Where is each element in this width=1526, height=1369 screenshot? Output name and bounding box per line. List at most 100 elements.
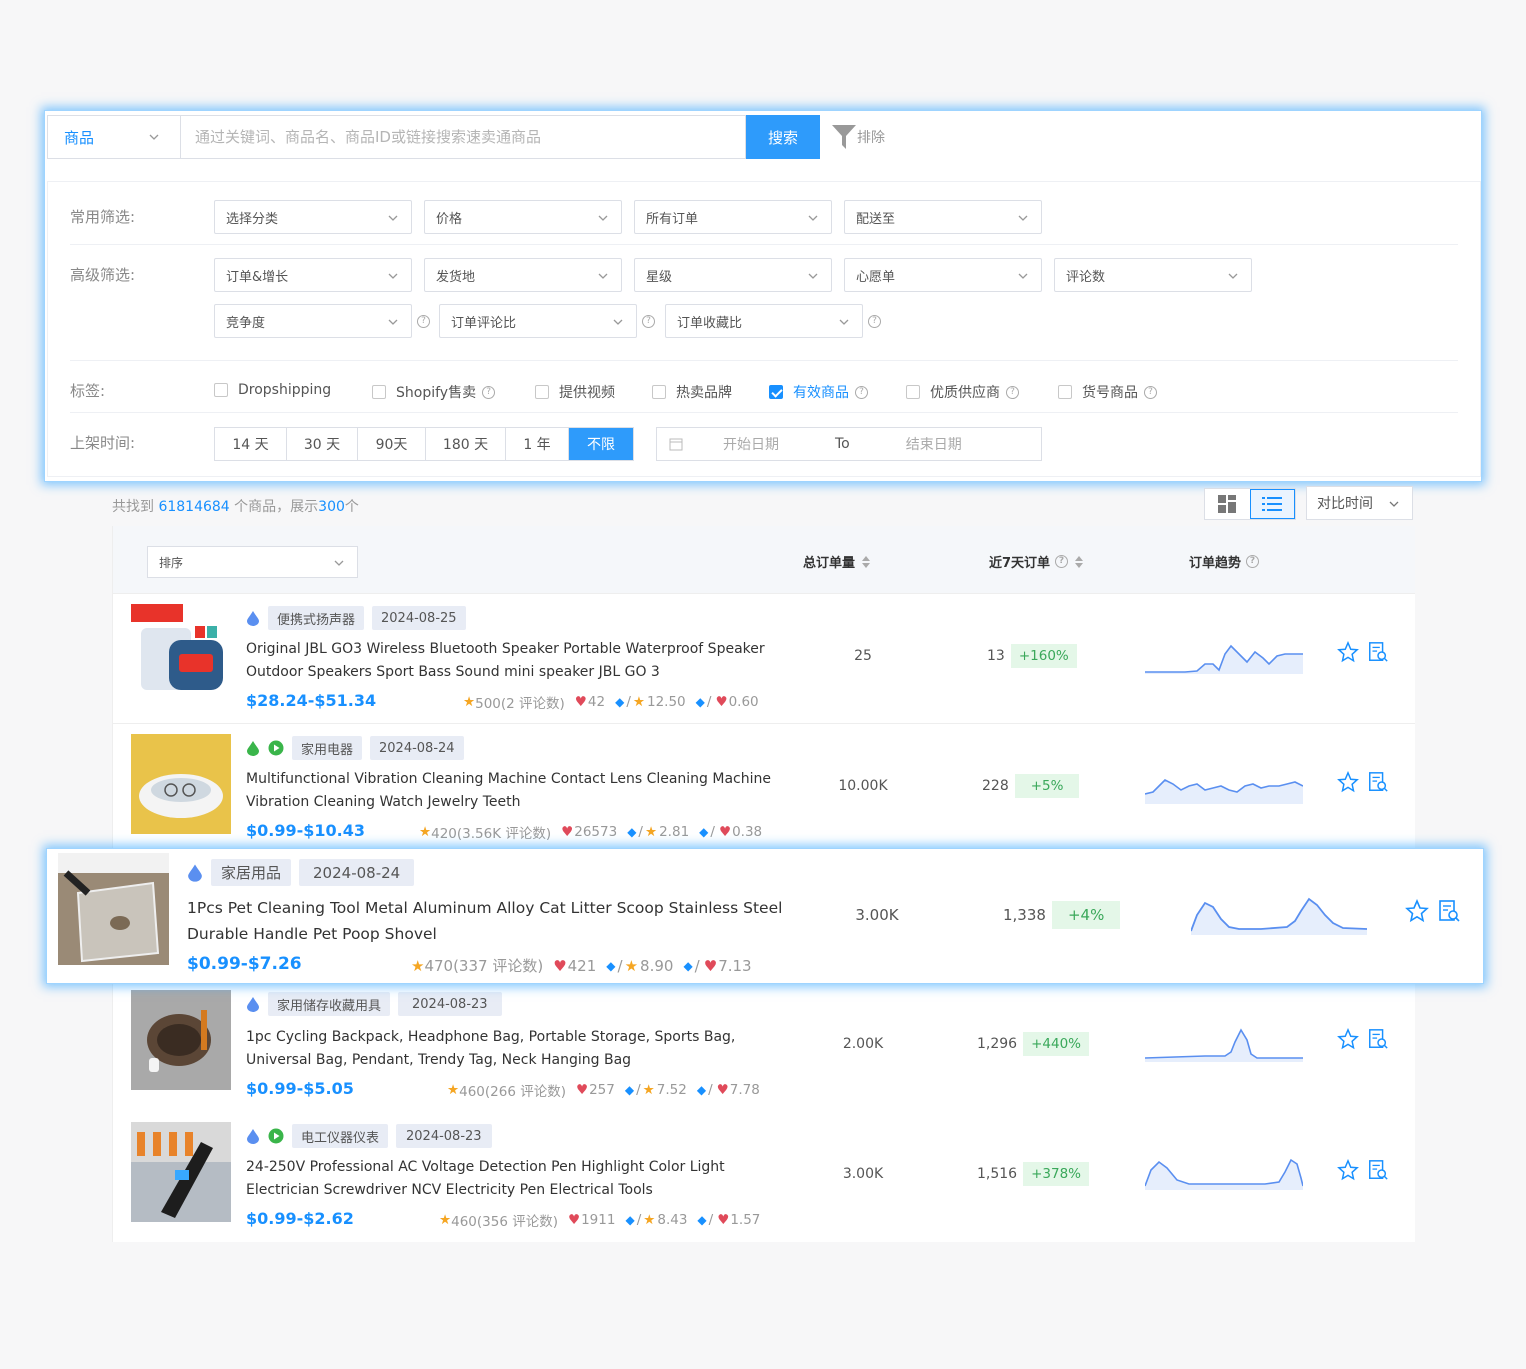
competition-select-label: 竞争度 [226,315,266,331]
tag-video[interactable]: 提供视频 [535,382,615,402]
compare-time-select[interactable]: 对比时间 [1306,486,1413,520]
time-option-180d[interactable]: 180 天 [426,428,506,460]
sort-select[interactable]: 排序 [147,546,358,578]
help-icon[interactable]: ? [642,315,655,328]
date-start[interactable]: 开始日期 [723,434,779,454]
help-icon[interactable]: ? [1144,385,1157,399]
product-title[interactable]: 1Pcs Pet Cleaning Tool Metal Aluminum Al… [187,895,797,947]
time-option-90d[interactable]: 90天 [358,428,426,460]
help-icon[interactable]: ? [1055,555,1069,568]
checkbox[interactable] [1058,385,1072,399]
heart-icon: ♥ [567,1212,581,1228]
product-image[interactable] [131,734,231,834]
date-end[interactable]: 结束日期 [906,434,962,454]
category-chip[interactable]: 便携式扬声器 [268,606,365,630]
table-row-highlighted[interactable]: 家居用品 2024-08-24 1Pcs Pet Cleaning Tool M… [46,848,1484,984]
product-title[interactable]: Multifunctional Vibration Cleaning Machi… [246,768,791,814]
category-select[interactable]: 选择分类 [214,200,412,234]
product-image[interactable] [131,604,231,704]
slash: / [638,824,643,840]
help-icon[interactable]: ? [855,385,868,399]
reviews-select[interactable]: 评论数 [1054,258,1252,292]
checkbox[interactable] [535,385,549,399]
tag-sku-product[interactable]: 货号商品? [1058,382,1157,402]
help-icon[interactable]: ? [482,385,496,399]
rating-select[interactable]: 星级 [634,258,832,292]
sort-icon[interactable] [862,555,871,568]
detail-search-icon[interactable] [1367,771,1389,793]
product-image[interactable] [58,853,169,965]
time-option-30d[interactable]: 30 天 [287,428,358,460]
product-price: $0.99-$5.05 [246,1079,354,1098]
table-row[interactable]: 家用储存收藏用具 2024-08-23 1pc Cycling Backpack… [113,984,1415,1114]
checkbox[interactable] [652,385,666,399]
product-stats: ★ 460(266 评论数) ♥ 257 ◆ / ★ 7.52 ◆ / ♥ 7.78 [447,1080,760,1100]
ship-from-select[interactable]: 发货地 [424,258,622,292]
sort-icon[interactable] [1075,555,1084,568]
column-total-orders[interactable]: 总订单量 [803,552,871,571]
wishlist-select[interactable]: 心愿单 [844,258,1042,292]
help-icon[interactable]: ? [868,315,881,328]
search-input[interactable] [180,115,746,159]
checkbox[interactable] [372,385,386,399]
checkbox-checked[interactable] [769,385,783,399]
detail-search-icon[interactable] [1367,1028,1389,1050]
category-chip[interactable]: 家用储存收藏用具 [268,992,391,1016]
orders-growth-select[interactable]: 订单&增长 [214,258,412,292]
help-icon[interactable]: ? [417,315,430,328]
table-row[interactable]: 电工仪器仪表 2024-08-23 24-250V Professional A… [113,1112,1415,1242]
ratio-value: 12.50 [647,694,686,710]
price-select-label: 价格 [436,211,463,227]
help-icon[interactable]: ? [1006,385,1019,399]
date-range-picker[interactable]: 开始日期 To 结束日期 [656,427,1042,461]
detail-search-icon[interactable] [1367,641,1389,663]
ship-to-select[interactable]: 配送至 [844,200,1042,234]
checkbox[interactable] [214,383,228,397]
favorite-star-icon[interactable] [1405,899,1429,923]
orders-select[interactable]: 所有订单 [634,200,832,234]
favorite-star-icon[interactable] [1337,771,1359,793]
search-bar: 商品 搜索 排除 [47,115,1483,159]
column-recent-orders[interactable]: 近7天订单 ? [989,552,1084,571]
order-wish-ratio-select[interactable]: 订单收藏比 [665,304,863,338]
star-icon: ★ [632,694,645,710]
detail-search-icon[interactable] [1367,1159,1389,1181]
product-title[interactable]: 1pc Cycling Backpack, Headphone Bag, Por… [246,1026,791,1072]
competition-select[interactable]: 竞争度 [214,304,412,338]
tag-label: 有效商品 [793,385,849,401]
favorite-star-icon[interactable] [1337,641,1359,663]
filter-area: 常用筛选: 选择分类 价格 所有订单 配送至 高级筛选: 订单&增长 发货地 星… [47,181,1481,477]
product-image[interactable] [131,1122,231,1222]
search-button[interactable]: 搜索 [746,115,820,159]
growth-badge: +4% [1051,901,1121,929]
tag-dropshipping[interactable]: Dropshipping [214,382,331,398]
tag-quality-supplier[interactable]: 优质供应商? [906,382,1019,402]
detail-search-icon[interactable] [1437,899,1461,923]
product-title[interactable]: 24-250V Professional AC Voltage Detectio… [246,1156,791,1202]
checkbox[interactable] [906,385,920,399]
favorite-star-icon[interactable] [1337,1028,1359,1050]
tag-shopify[interactable]: Shopify售卖? [372,382,496,402]
tag-valid-product[interactable]: 有效商品? [769,382,868,402]
table-row[interactable]: 便携式扬声器 2024-08-25 Original JBL GO3 Wirel… [113,594,1415,724]
tag-hot-brand[interactable]: 热卖品牌 [652,382,732,402]
table-row[interactable]: 家用电器 2024-08-24 Multifunctional Vibratio… [113,724,1415,854]
product-title[interactable]: Original JBL GO3 Wireless Bluetooth Spea… [246,638,791,684]
order-review-ratio-select[interactable]: 订单评论比 [439,304,637,338]
category-chip[interactable]: 家用电器 [292,736,363,760]
product-image[interactable] [131,990,231,1090]
time-option-14d[interactable]: 14 天 [215,428,287,460]
time-option-unlimited[interactable]: 不限 [569,428,633,460]
help-icon[interactable]: ? [1246,555,1260,568]
time-option-1y[interactable]: 1 年 [506,428,569,460]
category-chip[interactable]: 家居用品 [211,859,292,886]
favorite-star-icon[interactable] [1337,1159,1359,1181]
price-select[interactable]: 价格 [424,200,622,234]
grid-view-button[interactable] [1205,489,1250,519]
category-chip[interactable]: 电工仪器仪表 [292,1124,389,1148]
list-view-button[interactable] [1249,489,1295,519]
exclude-button[interactable]: 排除 [831,123,885,151]
ratio-value: 8.43 [657,1212,688,1228]
search-type-select[interactable]: 商品 [47,115,180,159]
product-stats: ★ 470(337 评论数) ♥ 421 ◆ / ★ 8.90 ◆ / ♥ 7.13 [411,955,752,976]
